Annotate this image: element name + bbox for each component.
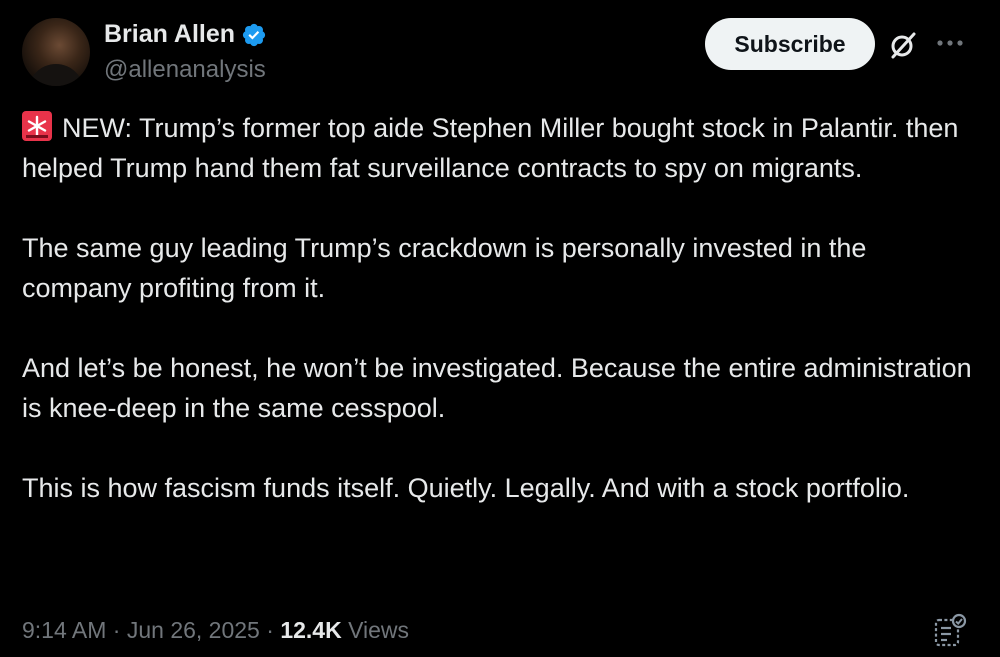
- verified-badge-icon[interactable]: [241, 22, 267, 48]
- siren-emoji-icon: [22, 111, 52, 141]
- views-count: 12.4K: [280, 617, 342, 643]
- views-label: Views: [348, 617, 410, 643]
- post-analytics-icon[interactable]: [933, 612, 967, 648]
- tweet-paragraph: This is how fascism funds itself. Quietl…: [22, 473, 910, 503]
- meta-separator: ·: [112, 617, 121, 643]
- tweet-date[interactable]: Jun 26, 2025: [127, 617, 260, 643]
- tweet-paragraph: NEW: Trump’s former top aide Stephen Mil…: [22, 108, 982, 188]
- tweet-paragraph: The same guy leading Trump’s crackdown i…: [22, 233, 867, 303]
- tweet-text: NEW: Trump’s former top aide Stephen Mil…: [22, 108, 982, 508]
- author-handle[interactable]: @allenanalysis: [104, 56, 266, 84]
- subscribe-button[interactable]: Subscribe: [705, 18, 875, 70]
- author-name-row[interactable]: Brian Allen: [104, 20, 267, 49]
- tweet-paragraph-text: NEW: Trump’s former top aide Stephen Mil…: [22, 113, 959, 183]
- tweet-meta: 9:14 AM · Jun 26, 2025 · 12.4K Views: [22, 617, 409, 644]
- more-icon[interactable]: [935, 33, 965, 53]
- tweet-paragraph: And let’s be honest, he won’t be investi…: [22, 353, 972, 423]
- avatar-figure: [28, 64, 84, 86]
- author-name[interactable]: Brian Allen: [104, 20, 235, 49]
- tweet-time[interactable]: 9:14 AM: [22, 617, 106, 643]
- meta-separator: ·: [266, 617, 274, 643]
- grok-icon[interactable]: [888, 30, 918, 60]
- avatar[interactable]: [22, 18, 90, 86]
